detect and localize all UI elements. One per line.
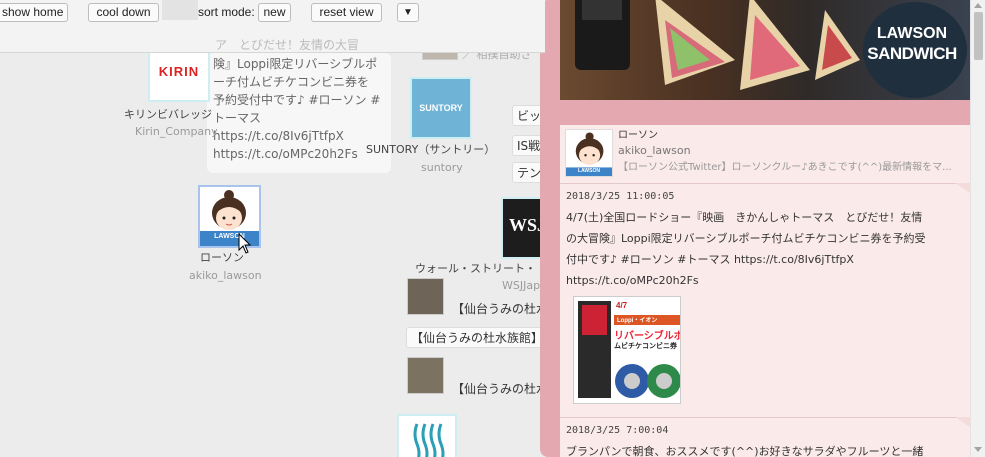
scroll-down-arrow-icon[interactable]	[974, 447, 982, 452]
header-band	[560, 100, 970, 125]
show-home-button[interactable]: show home	[0, 3, 68, 22]
suntory-logo-text: SUNTORY	[419, 103, 463, 113]
divider	[560, 183, 970, 184]
node-id: akiko_lawson	[189, 269, 262, 282]
graph-node-thumbnail	[162, 0, 198, 20]
tweet-timestamp: 2018/3/25 11:00:05	[566, 191, 675, 202]
tweet-bubble: 険』Loppi限定リバーシブルポ ーチ付ムビチケコンビニ券を 予約受付中です♪ …	[207, 53, 391, 173]
menu-dropdown-button[interactable]: ▼	[397, 3, 419, 22]
panel-content: LAWSON SANDWICH LAWSON ローソン akiko_lawson…	[560, 0, 970, 457]
fold-corner-icon	[955, 417, 970, 427]
scroll-thumb[interactable]	[974, 12, 983, 60]
node-id: Kirin_Company	[135, 125, 218, 138]
bubble-line: 険』Loppi限定リバーシブルポ	[213, 57, 378, 71]
tweet-thumbnail[interactable]	[422, 53, 458, 60]
mouse-cursor-icon	[238, 233, 252, 254]
profile-handle[interactable]: akiko_lawson	[618, 144, 691, 157]
tweet-preview: 【仙台うみの杜水	[452, 382, 545, 396]
profile-avatar[interactable]: LAWSON	[565, 129, 613, 177]
image-caption-red: Loppi・イオン	[614, 315, 680, 325]
tweet-thumbnail[interactable]	[407, 278, 444, 315]
header-image: LAWSON SANDWICH	[560, 0, 970, 100]
cool-down-button[interactable]: cool down	[88, 3, 159, 22]
tweet-preview: 【仙台うみの杜水	[452, 302, 545, 316]
bubble-line: https://t.co/oMPc20h2Fs	[213, 147, 358, 161]
pouch-illustration-icon	[615, 364, 680, 398]
detail-panel[interactable]: LAWSON SANDWICH LAWSON ローソン akiko_lawson…	[540, 0, 970, 457]
wsj-logo[interactable]: WSJ	[501, 197, 545, 259]
node-name: キリンビバレッジ	[124, 108, 212, 121]
tweet-line: 付中です♪ #ローソン #トーマス https://t.co/8Iv6jTtfp…	[566, 253, 854, 266]
aquarium-logo[interactable]	[397, 414, 457, 457]
tweet-chip[interactable]: 【仙台うみの杜水族館】	[406, 327, 545, 348]
header-logo-line2: SANDWICH	[867, 44, 957, 63]
wave-logo-icon	[413, 423, 445, 457]
reset-view-button[interactable]: reset view	[311, 3, 382, 22]
image-caption-top: 4/7	[616, 301, 628, 310]
tweet-line: https://t.co/oMPc20h2Fs	[566, 274, 699, 287]
tweet-image[interactable]: 4/7 Loppi・イオン リバーシブルポ ムビチケコンビニ券	[573, 296, 681, 404]
avatar-badge: LAWSON	[578, 168, 600, 174]
faded-text: ア とびだせ！友情の大冒	[215, 38, 360, 52]
toolbar: show home cool down sort mode: new reset…	[0, 0, 545, 53]
tweet-timestamp: 2018/3/25 7:00:04	[566, 425, 669, 436]
image-title2: ムビチケコンビニ券	[614, 342, 677, 350]
fold-corner-icon	[955, 183, 970, 193]
profile-card: LAWSON ローソン akiko_lawson 【ローソン公式Twitter】…	[560, 125, 970, 185]
profile-name: ローソン	[618, 130, 658, 141]
bubble-line: ーチ付ムビチケコンビニ券を	[213, 75, 370, 89]
profile-bio: 【ローソン公式Twitter】ローソンクルー♪あきこです(^^)最新情報をマ..…	[618, 162, 952, 173]
tweet-thumbnail[interactable]	[407, 357, 444, 394]
tweet-line: 4/7(土)全国ロードショー『映画 きかんしゃトーマス とびだせ！友情	[566, 211, 923, 224]
tweet-body: 4/7(土)全国ロードショー『映画 きかんしゃトーマス とびだせ！友情 の大冒険…	[566, 207, 961, 291]
kirin-logo[interactable]: KIRIN	[148, 53, 210, 102]
bubble-line: トーマス	[213, 111, 262, 125]
suntory-logo[interactable]: SUNTORY	[410, 77, 472, 139]
tweet-line: の大冒険』Loppi限定リバーシブルポーチ付ムビチケコンビニ券を予約受	[566, 232, 926, 245]
node-id: suntory	[421, 161, 463, 174]
poster-art	[582, 305, 607, 335]
kirin-logo-text: KIRIN	[158, 64, 200, 79]
node-id: WSJJap	[502, 279, 541, 292]
faded-tweet-text: ／ 相撲自助さ	[462, 53, 532, 61]
node-name: SUNTORY（サントリー）	[366, 143, 496, 156]
bubble-line: https://t.co/8Iv6jTtfpX	[213, 129, 344, 143]
tweet-body: ブランパンで朝食、おススメです(^^)お好きなサラダやフルーツと一緒	[566, 441, 961, 457]
divider	[560, 417, 970, 418]
image-title1: リバーシブルポ	[614, 331, 681, 342]
panel-scrollbar[interactable]	[970, 0, 985, 457]
header-logo-line1: LAWSON	[876, 25, 948, 42]
scroll-up-arrow-icon[interactable]	[974, 3, 982, 8]
sort-mode-select[interactable]: new	[258, 3, 291, 22]
graph-canvas[interactable]: 険』Loppi限定リバーシブルポ ーチ付ムビチケコンビニ券を 予約受付中です♪ …	[0, 53, 545, 457]
node-name: ウォール・ストリート・	[415, 262, 536, 275]
tweet-line: ブランパンで朝食、おススメです(^^)お好きなサラダやフルーツと一緒	[566, 445, 924, 457]
bubble-line: 予約受付中です♪ #ローソン #	[213, 93, 381, 107]
sort-mode-label: sort mode:	[198, 5, 255, 19]
